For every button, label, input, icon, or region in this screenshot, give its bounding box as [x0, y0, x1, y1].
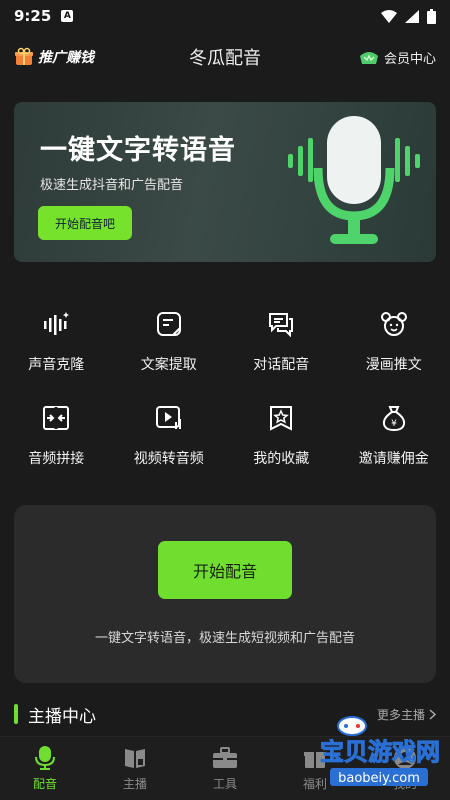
feature-voice-clone[interactable]: 声音克隆 [0, 306, 113, 374]
tab-welfare[interactable]: 福利 [270, 737, 360, 800]
feature-label: 漫画推文 [365, 357, 422, 373]
bear-icon [376, 306, 412, 342]
microphone-illustration-icon [288, 116, 420, 244]
tab-label: 福利 [302, 777, 327, 791]
start-dub-button[interactable]: 开始配音 [158, 541, 292, 599]
hero-banner[interactable]: 一键文字转语音 极速生成抖音和广告配音 开始配音吧 [14, 102, 436, 262]
voice-wave-icon [38, 306, 74, 342]
tab-label: 我的 [392, 777, 417, 791]
tab-label: 主播 [122, 777, 147, 791]
feature-label: 音频拼接 [28, 451, 85, 467]
app-header: 推广赚钱 冬瓜配音 会员中心 [0, 32, 450, 82]
feature-comic-post[interactable]: 漫画推文 [338, 306, 450, 374]
vip-center-button[interactable]: 会员中心 [358, 48, 436, 67]
feature-label: 我的收藏 [253, 451, 310, 467]
page-title: 冬瓜配音 [189, 48, 261, 69]
merge-icon [38, 400, 74, 436]
status-icons [381, 8, 436, 24]
promo-label: 推广赚钱 [38, 50, 94, 66]
more-label: 更多主播 [376, 707, 425, 722]
feature-text-extract[interactable]: 文案提取 [113, 306, 226, 374]
gift-icon [302, 745, 328, 771]
svg-text:¥: ¥ [391, 419, 397, 429]
signal-icon [405, 9, 419, 23]
user-icon [392, 745, 418, 771]
banner-title: 一键文字转语音 [40, 135, 236, 166]
money-bag-icon: ¥ [376, 400, 412, 436]
gift-box-icon [15, 47, 33, 65]
note-icon [151, 306, 187, 342]
status-time: 9:25 [14, 7, 52, 25]
start-dub-description: 一键文字转语音，极速生成短视频和广告配音 [94, 631, 355, 646]
feature-label: 对话配音 [253, 357, 310, 373]
wifi-icon [381, 9, 397, 23]
tab-tools[interactable]: 工具 [180, 737, 270, 800]
video-audio-icon [151, 400, 187, 436]
chevron-right-icon [429, 708, 436, 720]
section-title: 主播中心 [28, 706, 96, 727]
tab-label: 配音 [32, 777, 57, 791]
toolbox-icon [212, 745, 238, 771]
mic-icon [32, 745, 58, 771]
banner-subtitle: 极速生成抖音和广告配音 [40, 178, 184, 193]
feature-video-to-audio[interactable]: 视频转音频 [113, 400, 226, 468]
feature-dialogue-dub[interactable]: 对话配音 [225, 306, 338, 374]
chat-icon [263, 306, 299, 342]
status-bar: 9:25 A [0, 0, 450, 32]
feature-audio-merge[interactable]: 音频拼接 [0, 400, 113, 468]
star-bookmark-icon [263, 400, 299, 436]
feature-label: 邀请赚佣金 [358, 451, 429, 467]
tab-mine[interactable]: 我的 [360, 737, 450, 800]
vip-crown-icon [359, 52, 378, 64]
feature-label: 文案提取 [140, 357, 197, 373]
more-anchors-link[interactable]: 更多主播 [377, 706, 436, 723]
tab-dub[interactable]: 配音 [0, 737, 90, 800]
feature-favorites[interactable]: 我的收藏 [225, 400, 338, 468]
anchor-center-section: 主播中心 更多主播 [14, 702, 436, 727]
battery-icon [427, 8, 436, 24]
feature-grid: 声音克隆 文案提取 对话配音 漫画推文 音频拼接 视频转音频 我的收藏 ¥ 邀请… [0, 306, 450, 468]
start-dub-card: 开始配音 一键文字转语音，极速生成短视频和广告配音 [14, 505, 436, 683]
bottom-tab-bar: 配音 主播 工具 福利 我的 [0, 736, 450, 800]
feature-label: 视频转音频 [133, 451, 204, 467]
feature-label: 声音克隆 [28, 357, 85, 373]
banner-start-button[interactable]: 开始配音吧 [38, 206, 132, 240]
promo-button[interactable]: 推广赚钱 [14, 47, 94, 67]
vip-label: 会员中心 [383, 51, 436, 67]
section-accent-bar [14, 704, 18, 724]
book-icon [122, 745, 148, 771]
tab-anchor[interactable]: 主播 [90, 737, 180, 800]
feature-invite-earn[interactable]: ¥ 邀请赚佣金 [338, 400, 450, 468]
notification-badge: A [61, 10, 74, 22]
tab-label: 工具 [212, 777, 237, 791]
